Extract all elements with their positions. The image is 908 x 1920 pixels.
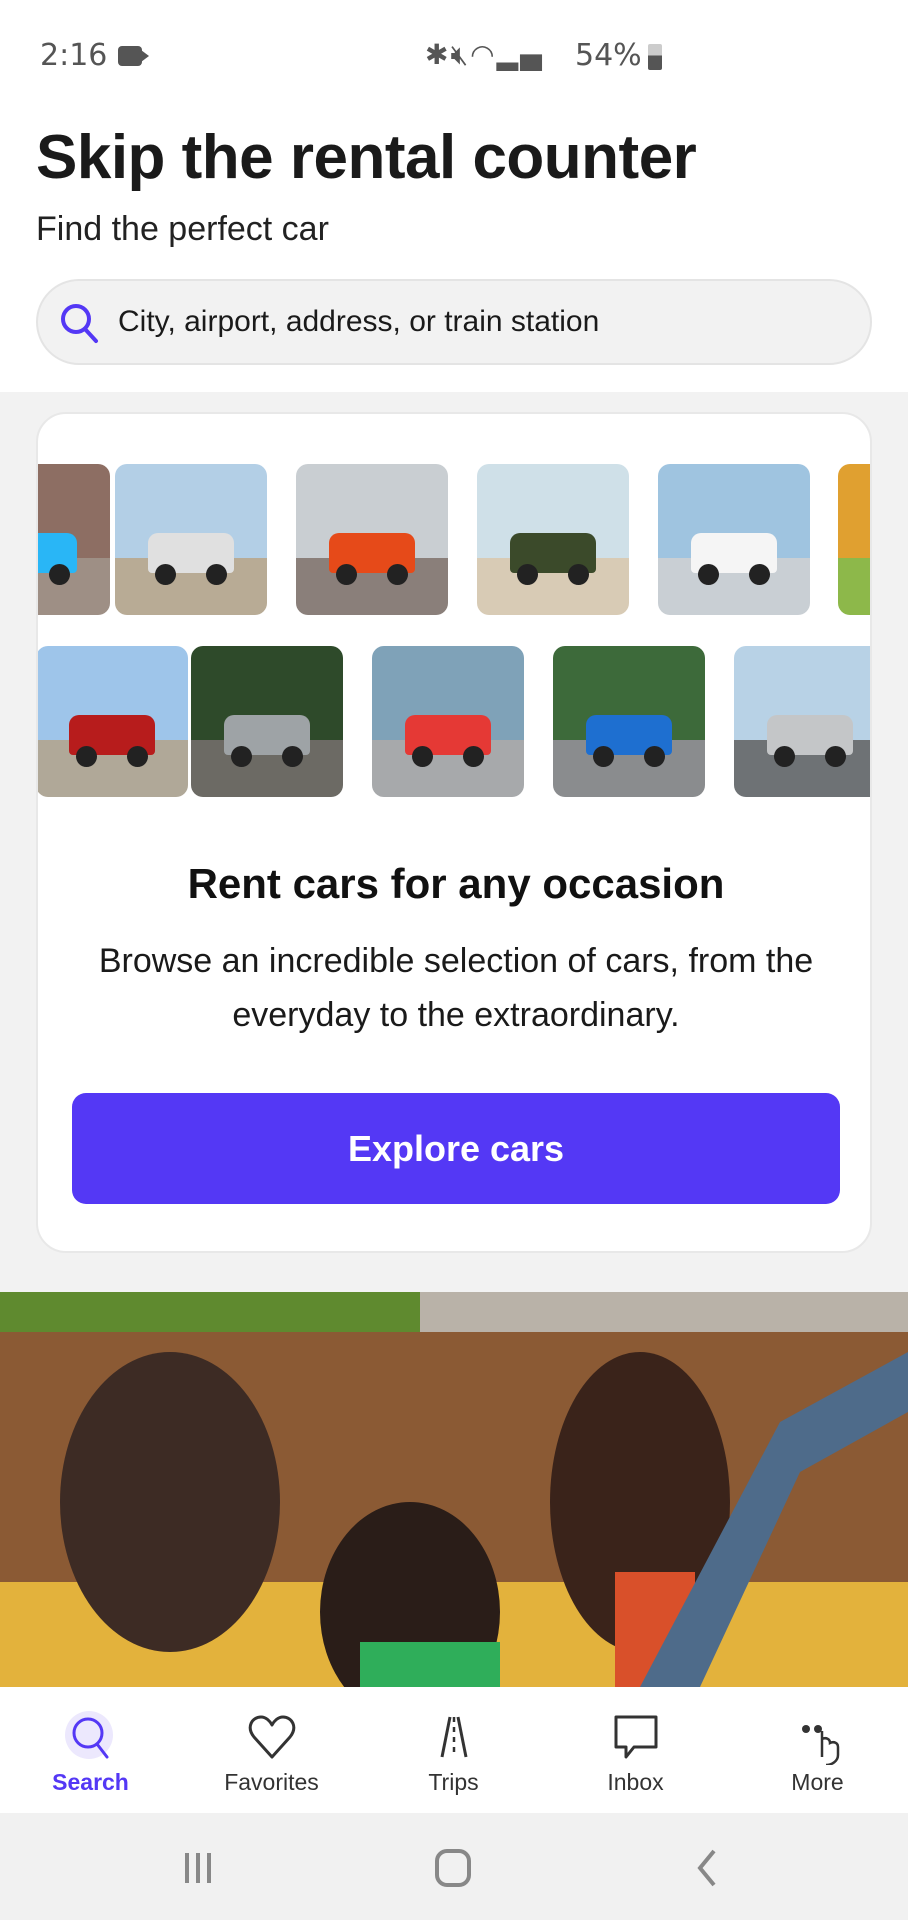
promo-card: Rent cars for any occasion Browse an inc… bbox=[36, 412, 872, 1253]
battery-percent: 54% bbox=[575, 38, 642, 73]
car-image-silver-classic-convertible bbox=[734, 646, 870, 797]
pointer-hand bbox=[820, 1731, 839, 1765]
explore-cars-button[interactable]: Explore cars bbox=[72, 1093, 840, 1204]
search-icon bbox=[64, 1711, 113, 1759]
mute-icon: 🔇︎ bbox=[450, 38, 471, 71]
bluetooth-icon: ✱ bbox=[425, 38, 451, 71]
promo-heading: Rent cars for any occasion bbox=[187, 860, 725, 907]
car-image-red-mercedes-convertible bbox=[38, 646, 188, 797]
nav-trips[interactable]: Trips bbox=[363, 1687, 544, 1813]
car-image-red-car-park bbox=[838, 464, 870, 615]
nav-label: Search bbox=[52, 1769, 129, 1795]
promo-body: Browse an incredible selection of cars, … bbox=[98, 942, 814, 1034]
more-dots-icon bbox=[801, 1725, 839, 1765]
screen-record-icon bbox=[118, 46, 149, 66]
hero-illustration bbox=[0, 1292, 908, 1687]
status-icons: ✱🔇︎◠▂▄ bbox=[425, 38, 544, 72]
road-icon bbox=[440, 1716, 467, 1758]
chat-bubble-icon bbox=[614, 1715, 657, 1759]
car-image-red-miata bbox=[372, 646, 524, 797]
nav-label: More bbox=[791, 1769, 844, 1795]
car-image-green-jeep bbox=[477, 464, 629, 615]
page-title: Skip the rental counter bbox=[36, 123, 697, 192]
car-image-blue-car-city bbox=[38, 464, 110, 615]
search-icon bbox=[61, 304, 98, 343]
nav-label: Trips bbox=[428, 1769, 479, 1795]
status-bar: 2:16 ✱🔇︎◠▂▄ 54% bbox=[0, 0, 908, 110]
bottom-navigation: Search Favorites Trips Inbox More bbox=[0, 1687, 908, 1813]
nav-inbox[interactable]: Inbox bbox=[545, 1687, 726, 1813]
home-icon[interactable] bbox=[418, 1833, 488, 1903]
page-subtitle: Find the perfect car bbox=[36, 210, 329, 248]
nav-more[interactable]: More bbox=[727, 1687, 908, 1813]
wifi-icon: ◠ bbox=[470, 38, 497, 71]
nav-label: Favorites bbox=[224, 1769, 319, 1795]
green-top bbox=[360, 1642, 500, 1687]
location-search-input[interactable]: City, airport, address, or train station bbox=[36, 279, 872, 365]
hero-photo bbox=[0, 1292, 908, 1687]
car-image-orange-bmw bbox=[296, 464, 448, 615]
nav-favorites[interactable]: Favorites bbox=[181, 1687, 362, 1813]
back-icon[interactable] bbox=[672, 1833, 742, 1903]
car-image-white-camper-van bbox=[115, 464, 267, 615]
car-image-gray-pickup-truck bbox=[191, 646, 343, 797]
system-navigation-bar bbox=[0, 1813, 908, 1920]
status-time: 2:16 bbox=[40, 38, 108, 73]
person-left bbox=[60, 1352, 280, 1652]
nav-search[interactable]: Search bbox=[0, 1687, 181, 1813]
nav-label: Inbox bbox=[607, 1769, 664, 1795]
car-image-white-hatchback bbox=[658, 464, 810, 615]
search-placeholder: City, airport, address, or train station bbox=[118, 305, 600, 338]
battery-icon bbox=[648, 44, 662, 70]
signal-icon: ▂▄ bbox=[496, 38, 544, 71]
heart-icon bbox=[248, 1715, 295, 1759]
recent-apps-icon[interactable] bbox=[163, 1833, 233, 1903]
car-image-blue-mustang bbox=[553, 646, 705, 797]
